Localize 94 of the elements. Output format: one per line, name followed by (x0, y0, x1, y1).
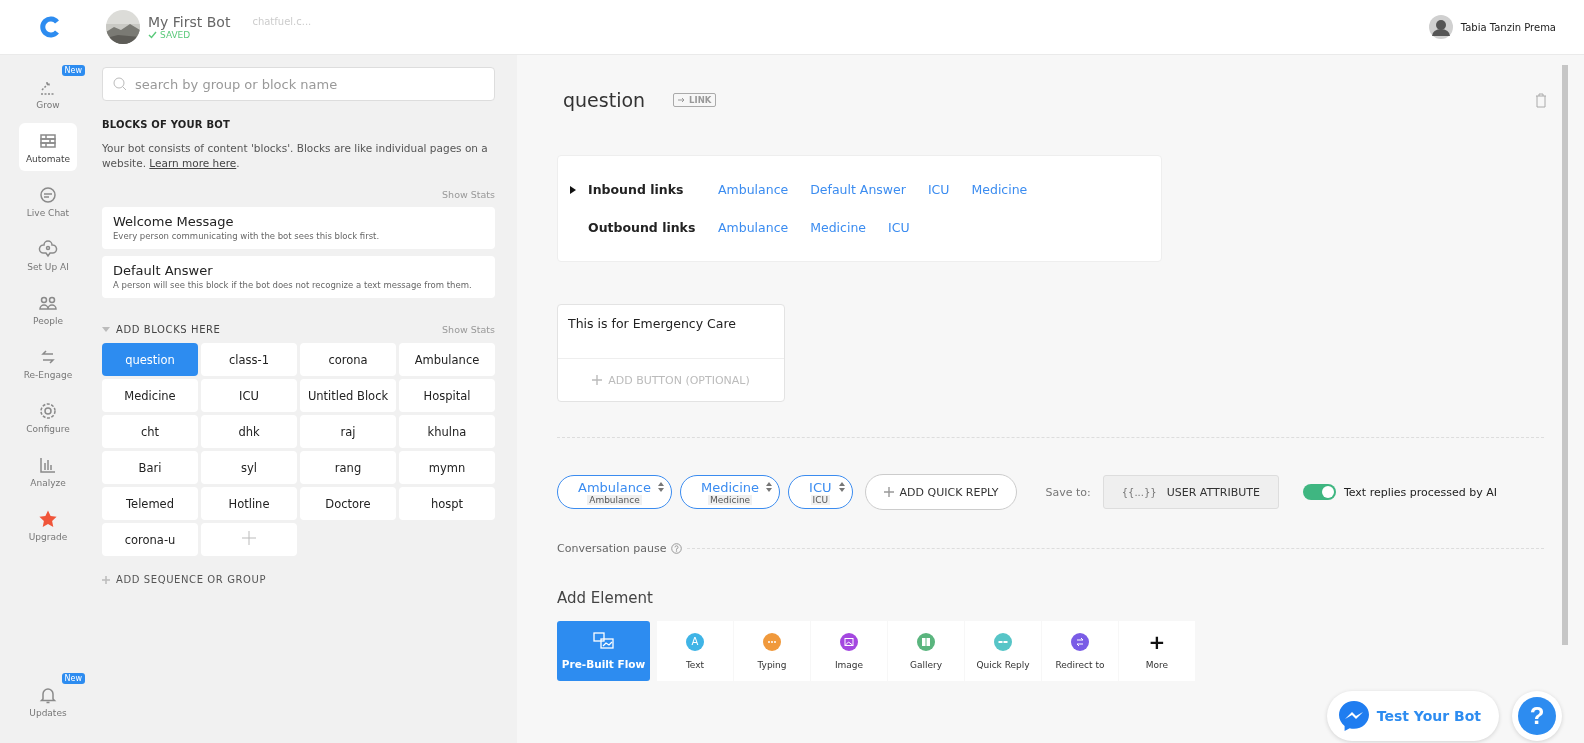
block-link[interactable]: Medicine (810, 220, 867, 235)
scrollbar[interactable] (1562, 65, 1568, 645)
block-tile[interactable]: Hospital (399, 379, 495, 412)
description: Your bot consists of content 'blocks'. Blocks are like individual pages on a website. Learn more here. (102, 141, 489, 171)
block-title: Welcome Message (113, 214, 235, 229)
element-button[interactable]: + More (1119, 621, 1195, 681)
quick-reply[interactable]: Ambulance Ambulance (557, 475, 672, 509)
block-card[interactable]: Default Answer A person will see this block if the bot does not recognize a text message from them. (102, 256, 495, 298)
block-tile[interactable]: mymn (399, 451, 495, 484)
links-label: Inbound links (588, 182, 685, 197)
nav-item[interactable]: Automate (19, 123, 77, 171)
toggle-label: Text replies processed by AI (1343, 485, 1498, 499)
block-tile[interactable]: dhk (201, 415, 297, 448)
user-name[interactable]: Tabia Tanzin Prema (1460, 21, 1556, 33)
messenger-icon (1336, 699, 1371, 733)
block-link[interactable]: ICU (888, 220, 910, 235)
settings-icon (38, 400, 58, 421)
nav-item[interactable]: Upgrade (19, 501, 77, 549)
nav-item[interactable]: Analyze (19, 447, 77, 495)
help-icon[interactable] (671, 543, 683, 554)
plus-icon (102, 575, 110, 584)
redirect-icon (1071, 632, 1089, 651)
block-tile[interactable]: hospt (399, 487, 495, 520)
element-button[interactable]: A Text (657, 621, 733, 681)
block-tile[interactable]: corona (300, 343, 396, 376)
block-link[interactable]: Medicine (971, 182, 1028, 197)
block-tile[interactable]: class-1 (201, 343, 297, 376)
image-icon (840, 632, 858, 651)
plus-icon (592, 375, 603, 385)
element-button[interactable]: Redirect to (1042, 621, 1118, 681)
section-heading: Add Element (557, 589, 654, 607)
new-badge: New (61, 673, 85, 684)
logo-icon[interactable] (39, 16, 61, 38)
block-title: Default Answer (113, 263, 214, 278)
block-tile[interactable]: syl (201, 451, 297, 484)
section-heading: BLOCKS OF YOUR BOT (102, 119, 231, 130)
plus-icon: + (1148, 632, 1166, 651)
add-quick-reply-button[interactable]: ADD QUICK REPLY (864, 474, 1018, 510)
brain-icon (38, 238, 58, 259)
block-tile[interactable]: Doctore (300, 487, 396, 520)
sort-icon (657, 481, 665, 493)
flow-icon (592, 632, 615, 650)
nav-item[interactable]: People (19, 285, 77, 333)
sort-icon (837, 481, 846, 493)
quick-reply[interactable]: ICU ICU (788, 475, 853, 509)
element-button[interactable]: Image (811, 621, 887, 681)
delete-icon[interactable] (1535, 92, 1547, 108)
block-card[interactable]: Welcome Message Every person communicating with the bot sees this block first. (102, 207, 495, 249)
ai-toggle[interactable] (1302, 484, 1336, 500)
block-tile[interactable]: Untitled Block (300, 379, 396, 412)
expand-icon[interactable] (570, 185, 576, 194)
block-tile[interactable]: Bari (102, 451, 198, 484)
user-avatar[interactable] (1428, 15, 1453, 39)
block-tile[interactable]: Telemed (102, 487, 198, 520)
check-icon (148, 31, 157, 39)
element-button[interactable]: Gallery (888, 621, 964, 681)
nav-item[interactable]: Configure (19, 393, 77, 441)
nav-item[interactable]: Live Chat (19, 177, 77, 225)
block-tile[interactable]: Hotline (201, 487, 297, 520)
block-tile[interactable]: Ambulance (399, 343, 495, 376)
saved-status: SAVED (148, 30, 231, 40)
block-title: question (563, 89, 646, 111)
add-group-link[interactable]: ADD SEQUENCE OR GROUP (102, 574, 495, 585)
block-tile[interactable]: Medicine (102, 379, 198, 412)
plus-icon (883, 487, 894, 497)
bot-name: My First Bot (148, 14, 231, 30)
search-field[interactable]: search by group or block name (102, 67, 495, 101)
new-badge: New (61, 65, 85, 76)
element-button[interactable]: Quick Reply (965, 621, 1041, 681)
block-description: Every person communicating with the bot sees this block first. (113, 231, 381, 241)
plus-icon (242, 531, 256, 545)
chat-icon (38, 184, 58, 205)
block-tile[interactable]: khulna (399, 415, 495, 448)
nav-item[interactable]: Set Up AI (19, 231, 77, 279)
block-tile[interactable]: ICU (201, 379, 297, 412)
text-icon: A (686, 632, 704, 651)
group-title[interactable]: ADD BLOCKS HERE (102, 324, 221, 335)
gallery-icon (917, 632, 935, 651)
block-tile[interactable]: corona-u (102, 523, 198, 556)
block-description: A person will see this block if the bot does not recognize a text message from them. (113, 280, 473, 290)
block-tile[interactable]: rang (300, 451, 396, 484)
pause-label: Conversation pause (557, 542, 667, 555)
nav-item[interactable]: Re-Engage (19, 339, 77, 387)
block-tile[interactable]: raj (300, 415, 396, 448)
element-button[interactable]: Typing (734, 621, 810, 681)
block-link[interactable]: ICU (927, 182, 950, 197)
sort-icon (765, 481, 774, 493)
block-tile[interactable]: cht (102, 415, 198, 448)
typing-icon (763, 632, 781, 651)
user-attribute-button[interactable]: {{...}} USER ATTRIBUTE (1102, 475, 1279, 509)
quick-reply[interactable]: Medicine Medicine (680, 475, 781, 509)
links-label: Outbound links (588, 220, 697, 235)
message-text[interactable]: This is for Emergency Care (558, 305, 784, 358)
save-to-label: Save to: (1045, 485, 1091, 499)
